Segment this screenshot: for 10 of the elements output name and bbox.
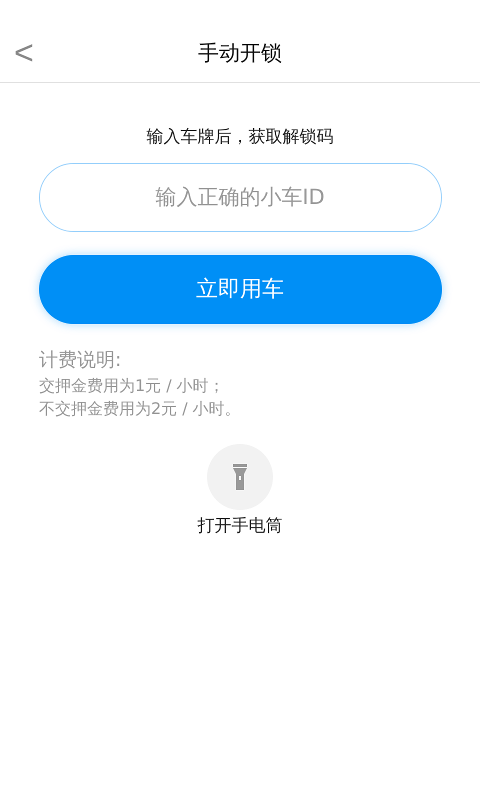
- pricing-line: 不交押金费用为2元 / 小时。: [39, 398, 242, 420]
- pricing-title: 计费说明:: [39, 348, 122, 372]
- flashlight-label: 打开手电筒: [196, 515, 284, 538]
- id-input-field[interactable]: 输入正确的小车ID: [38, 162, 442, 232]
- flashlight-icon: [233, 464, 247, 490]
- pricing-line: 交押金费用为1元 / 小时；: [39, 375, 226, 397]
- use-now-button[interactable]: 立即用车: [38, 254, 442, 324]
- hint-text: 输入车牌后，获取解锁码: [146, 126, 334, 149]
- page-title: 手动开锁: [198, 40, 282, 67]
- back-button[interactable]: <: [12, 36, 36, 70]
